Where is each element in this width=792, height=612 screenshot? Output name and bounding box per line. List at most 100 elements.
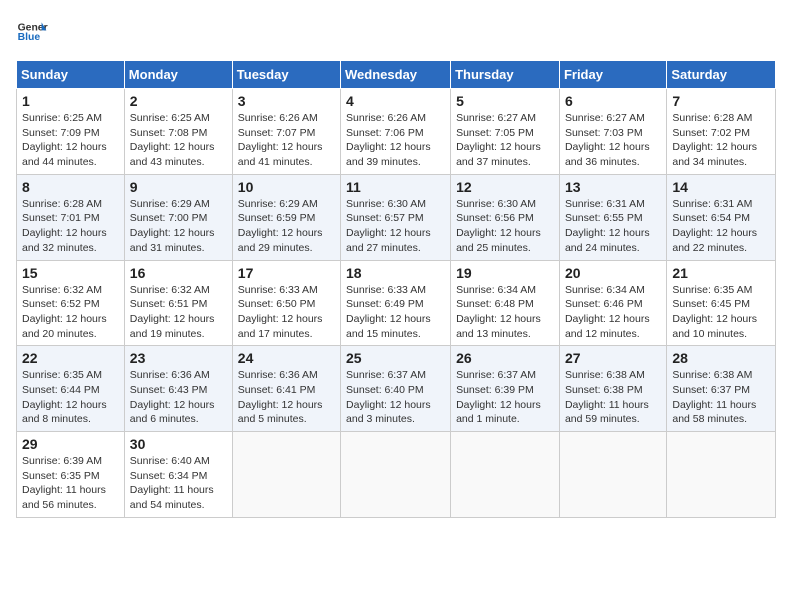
day-number: 28 — [672, 350, 770, 366]
day-info: Sunrise: 6:36 AM Sunset: 6:41 PM Dayligh… — [238, 368, 335, 427]
day-number: 19 — [456, 265, 554, 281]
calendar-cell: 1 Sunrise: 6:25 AM Sunset: 7:09 PM Daylig… — [17, 89, 125, 175]
day-info: Sunrise: 6:32 AM Sunset: 6:52 PM Dayligh… — [22, 283, 119, 342]
day-number: 12 — [456, 179, 554, 195]
calendar-cell: 3 Sunrise: 6:26 AM Sunset: 7:07 PM Daylig… — [232, 89, 340, 175]
calendar-cell: 22Sunrise: 6:35 AM Sunset: 6:44 PM Dayli… — [17, 346, 125, 432]
calendar-cell: 24 Sunrise: 6:36 AM Sunset: 6:41 PM Dayli… — [232, 346, 340, 432]
calendar-cell: 30 Sunrise: 6:40 AM Sunset: 6:34 PM Dayli… — [124, 432, 232, 518]
calendar-cell — [559, 432, 666, 518]
calendar-cell: 13 Sunrise: 6:31 AM Sunset: 6:55 PM Dayli… — [559, 174, 666, 260]
calendar-cell: 19 Sunrise: 6:34 AM Sunset: 6:48 PM Dayli… — [451, 260, 560, 346]
calendar-cell: 14 Sunrise: 6:31 AM Sunset: 6:54 PM Dayli… — [667, 174, 776, 260]
day-number: 5 — [456, 93, 554, 109]
calendar-cell: 18 Sunrise: 6:33 AM Sunset: 6:49 PM Dayli… — [341, 260, 451, 346]
day-info: Sunrise: 6:37 AM Sunset: 6:40 PM Dayligh… — [346, 368, 445, 427]
calendar-cell: 20 Sunrise: 6:34 AM Sunset: 6:46 PM Dayli… — [559, 260, 666, 346]
calendar-cell: 16Sunrise: 6:32 AM Sunset: 6:51 PM Dayli… — [124, 260, 232, 346]
calendar-cell — [232, 432, 340, 518]
logo-icon: General Blue — [16, 16, 48, 48]
day-info: Sunrise: 6:36 AM Sunset: 6:43 PM Dayligh… — [130, 368, 227, 427]
day-number: 20 — [565, 265, 661, 281]
day-info: Sunrise: 6:37 AM Sunset: 6:39 PM Dayligh… — [456, 368, 554, 427]
weekday-header-monday: Monday — [124, 61, 232, 89]
day-info: Sunrise: 6:35 AM Sunset: 6:45 PM Dayligh… — [672, 283, 770, 342]
day-info: Sunrise: 6:39 AM Sunset: 6:35 PM Dayligh… — [22, 454, 119, 513]
day-number: 30 — [130, 436, 227, 452]
calendar-cell: 6Sunrise: 6:27 AM Sunset: 7:03 PM Daylig… — [559, 89, 666, 175]
calendar-cell: 7Sunrise: 6:28 AM Sunset: 7:02 PM Daylig… — [667, 89, 776, 175]
day-info: Sunrise: 6:29 AM Sunset: 6:59 PM Dayligh… — [238, 197, 335, 256]
calendar-cell: 17Sunrise: 6:33 AM Sunset: 6:50 PM Dayli… — [232, 260, 340, 346]
day-info: Sunrise: 6:40 AM Sunset: 6:34 PM Dayligh… — [130, 454, 227, 513]
day-number: 1 — [22, 93, 119, 109]
weekday-header-wednesday: Wednesday — [341, 61, 451, 89]
calendar-cell: 11Sunrise: 6:30 AM Sunset: 6:57 PM Dayli… — [341, 174, 451, 260]
day-number: 7 — [672, 93, 770, 109]
calendar-cell — [451, 432, 560, 518]
calendar-cell: 4 Sunrise: 6:26 AM Sunset: 7:06 PM Daylig… — [341, 89, 451, 175]
day-info: Sunrise: 6:28 AM Sunset: 7:01 PM Dayligh… — [22, 197, 119, 256]
day-info: Sunrise: 6:38 AM Sunset: 6:38 PM Dayligh… — [565, 368, 661, 427]
day-info: Sunrise: 6:34 AM Sunset: 6:46 PM Dayligh… — [565, 283, 661, 342]
day-info: Sunrise: 6:25 AM Sunset: 7:08 PM Dayligh… — [130, 111, 227, 170]
calendar-cell: 9Sunrise: 6:29 AM Sunset: 7:00 PM Daylig… — [124, 174, 232, 260]
svg-text:Blue: Blue — [18, 32, 41, 43]
day-number: 13 — [565, 179, 661, 195]
weekday-header-tuesday: Tuesday — [232, 61, 340, 89]
day-number: 11 — [346, 179, 445, 195]
day-info: Sunrise: 6:35 AM Sunset: 6:44 PM Dayligh… — [22, 368, 119, 427]
day-number: 21 — [672, 265, 770, 281]
calendar-cell: 23 Sunrise: 6:36 AM Sunset: 6:43 PM Dayli… — [124, 346, 232, 432]
calendar-week-3: 15Sunrise: 6:32 AM Sunset: 6:52 PM Dayli… — [17, 260, 776, 346]
day-info: Sunrise: 6:38 AM Sunset: 6:37 PM Dayligh… — [672, 368, 770, 427]
day-number: 9 — [130, 179, 227, 195]
day-number: 2 — [130, 93, 227, 109]
calendar-cell: 28 Sunrise: 6:38 AM Sunset: 6:37 PM Dayli… — [667, 346, 776, 432]
day-info: Sunrise: 6:26 AM Sunset: 7:06 PM Dayligh… — [346, 111, 445, 170]
weekday-header-thursday: Thursday — [451, 61, 560, 89]
day-info: Sunrise: 6:27 AM Sunset: 7:03 PM Dayligh… — [565, 111, 661, 170]
day-info: Sunrise: 6:33 AM Sunset: 6:49 PM Dayligh… — [346, 283, 445, 342]
calendar-cell: 2 Sunrise: 6:25 AM Sunset: 7:08 PM Daylig… — [124, 89, 232, 175]
calendar-cell: 5 Sunrise: 6:27 AM Sunset: 7:05 PM Daylig… — [451, 89, 560, 175]
day-number: 10 — [238, 179, 335, 195]
logo: General Blue — [16, 16, 48, 48]
calendar-cell: 12 Sunrise: 6:30 AM Sunset: 6:56 PM Dayli… — [451, 174, 560, 260]
day-number: 3 — [238, 93, 335, 109]
calendar-week-4: 22Sunrise: 6:35 AM Sunset: 6:44 PM Dayli… — [17, 346, 776, 432]
calendar-cell: 25Sunrise: 6:37 AM Sunset: 6:40 PM Dayli… — [341, 346, 451, 432]
day-info: Sunrise: 6:33 AM Sunset: 6:50 PM Dayligh… — [238, 283, 335, 342]
day-number: 18 — [346, 265, 445, 281]
day-info: Sunrise: 6:27 AM Sunset: 7:05 PM Dayligh… — [456, 111, 554, 170]
calendar-cell: 10 Sunrise: 6:29 AM Sunset: 6:59 PM Dayli… — [232, 174, 340, 260]
day-info: Sunrise: 6:31 AM Sunset: 6:55 PM Dayligh… — [565, 197, 661, 256]
day-info: Sunrise: 6:32 AM Sunset: 6:51 PM Dayligh… — [130, 283, 227, 342]
calendar-week-2: 8 Sunrise: 6:28 AM Sunset: 7:01 PM Daylig… — [17, 174, 776, 260]
day-info: Sunrise: 6:31 AM Sunset: 6:54 PM Dayligh… — [672, 197, 770, 256]
calendar-cell: 26Sunrise: 6:37 AM Sunset: 6:39 PM Dayli… — [451, 346, 560, 432]
calendar-cell — [667, 432, 776, 518]
day-number: 8 — [22, 179, 119, 195]
calendar-table: SundayMondayTuesdayWednesdayThursdayFrid… — [16, 60, 776, 518]
day-number: 14 — [672, 179, 770, 195]
weekday-header-friday: Friday — [559, 61, 666, 89]
calendar-cell: 8 Sunrise: 6:28 AM Sunset: 7:01 PM Daylig… — [17, 174, 125, 260]
calendar-cell: 29 Sunrise: 6:39 AM Sunset: 6:35 PM Dayli… — [17, 432, 125, 518]
day-info: Sunrise: 6:26 AM Sunset: 7:07 PM Dayligh… — [238, 111, 335, 170]
day-number: 4 — [346, 93, 445, 109]
day-number: 24 — [238, 350, 335, 366]
weekday-header-saturday: Saturday — [667, 61, 776, 89]
day-number: 23 — [130, 350, 227, 366]
day-number: 29 — [22, 436, 119, 452]
calendar-cell: 15Sunrise: 6:32 AM Sunset: 6:52 PM Dayli… — [17, 260, 125, 346]
calendar-week-1: 1 Sunrise: 6:25 AM Sunset: 7:09 PM Daylig… — [17, 89, 776, 175]
calendar-week-5: 29 Sunrise: 6:39 AM Sunset: 6:35 PM Dayli… — [17, 432, 776, 518]
day-info: Sunrise: 6:34 AM Sunset: 6:48 PM Dayligh… — [456, 283, 554, 342]
day-number: 27 — [565, 350, 661, 366]
day-info: Sunrise: 6:25 AM Sunset: 7:09 PM Dayligh… — [22, 111, 119, 170]
day-info: Sunrise: 6:30 AM Sunset: 6:56 PM Dayligh… — [456, 197, 554, 256]
page-header: General Blue — [16, 16, 776, 48]
weekday-header-sunday: Sunday — [17, 61, 125, 89]
calendar-cell — [341, 432, 451, 518]
